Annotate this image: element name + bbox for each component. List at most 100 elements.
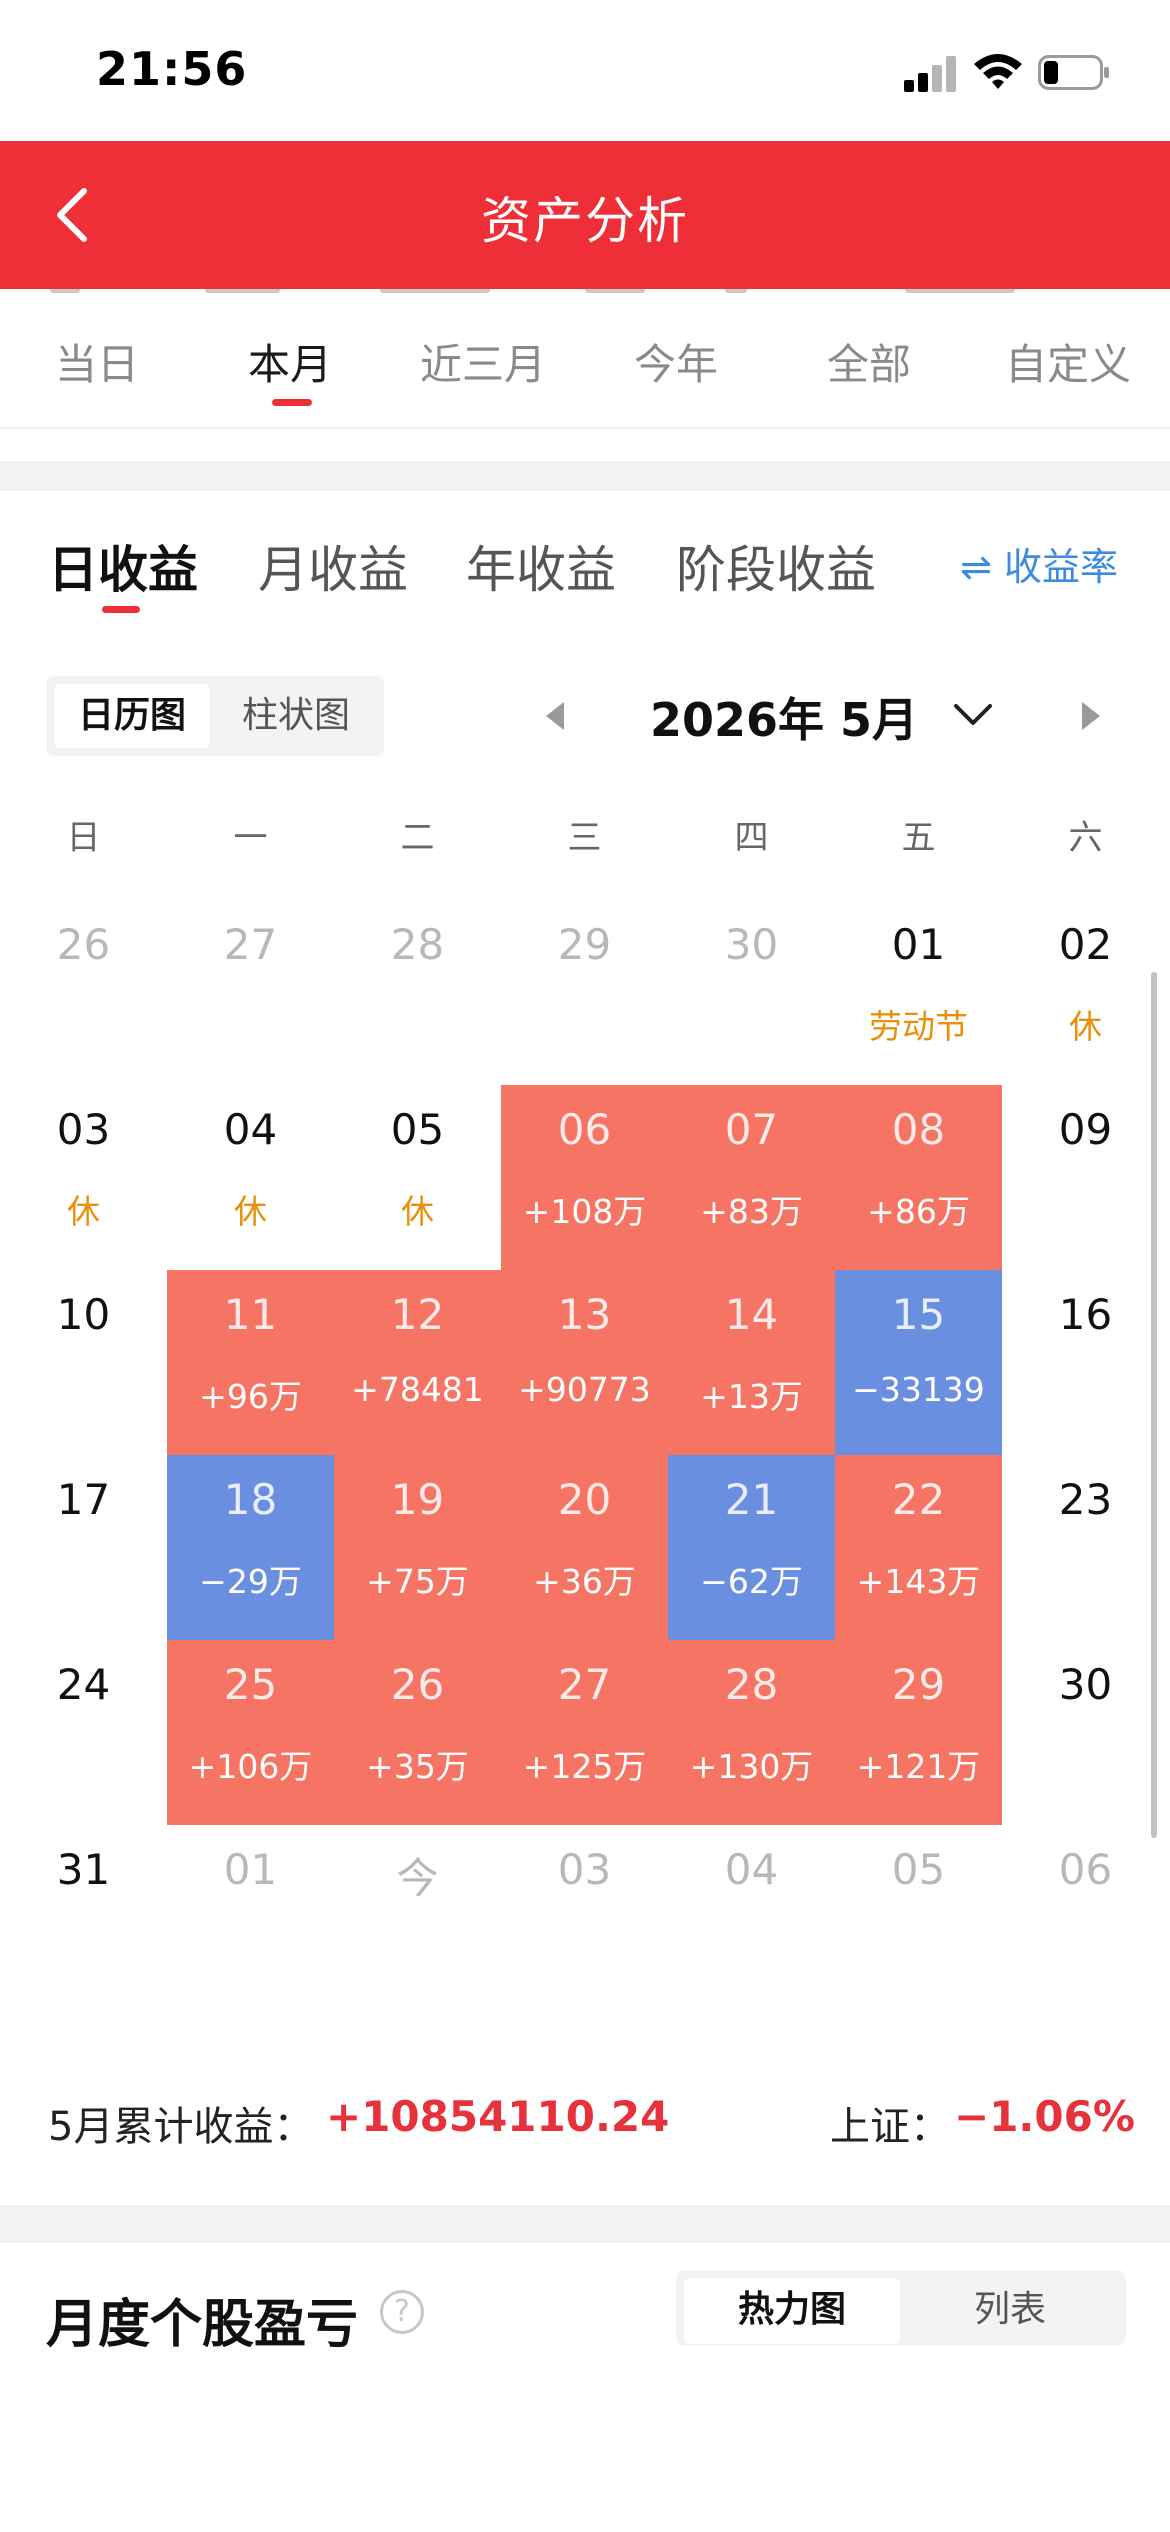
calendar-day-cell[interactable]: 31 [0, 1825, 167, 2010]
calendar-day-cell[interactable]: 18 −29万 [167, 1455, 334, 1640]
calendar-day-cell[interactable]: 23 [1002, 1455, 1169, 1640]
next-month-icon[interactable] [1076, 696, 1106, 736]
calendar-day-cell[interactable]: 28 +130万 [668, 1640, 835, 1825]
tab-period-income[interactable]: 阶段收益 [676, 530, 876, 602]
calendar-day-cell[interactable]: 24 [0, 1640, 167, 1825]
calendar-day-cell[interactable]: 29 [501, 900, 668, 1085]
calendar-day-cell[interactable]: 09 [1002, 1085, 1169, 1270]
calendar-day-cell[interactable]: 13 +90773 [501, 1270, 668, 1455]
calendar-day-cell[interactable]: 29 +121万 [835, 1640, 1002, 1825]
calendar-day-number: 06 [557, 1105, 612, 1154]
chart-view-switch: 日历图 柱状图 [46, 676, 384, 756]
calendar-day-number: 17 [56, 1475, 111, 1524]
tab-this-month[interactable]: 本月 [200, 331, 380, 392]
app-header: 资产分析 [0, 141, 1170, 289]
calendar-day-cell[interactable]: 08 +86万 [835, 1085, 1002, 1270]
calendar-day-cell[interactable]: 20 +36万 [501, 1455, 668, 1640]
calendar-day-cell[interactable]: 21 −62万 [668, 1455, 835, 1640]
calendar-day-number: 08 [891, 1105, 946, 1154]
calendar-day-number: 26 [390, 1660, 445, 1709]
tab-daily-income[interactable]: 日收益 [48, 530, 198, 602]
calendar-day-cell[interactable]: 05 休 [334, 1085, 501, 1270]
tab-yearly-income[interactable]: 年收益 [466, 530, 616, 602]
tab-this-year[interactable]: 今年 [586, 331, 766, 392]
calendar-day-cell[interactable]: 12 +78481 [334, 1270, 501, 1455]
help-icon[interactable]: ? [380, 2290, 424, 2334]
weekday-label: 六 [1068, 818, 1103, 858]
tab-monthly-income[interactable]: 月收益 [258, 530, 408, 602]
calendar-day-cell[interactable]: 19 +75万 [334, 1455, 501, 1640]
calendar-day-cell[interactable]: 04 休 [167, 1085, 334, 1270]
period-tab-bar: 当日 本月 近三月 今年 全部 自定义 [0, 289, 1170, 429]
calendar-day-number: 01 [891, 920, 946, 969]
calendar-day-number: 07 [724, 1105, 779, 1154]
holiday-label: 休 [234, 1192, 267, 1231]
calendar-day-cell[interactable]: 30 [1002, 1640, 1169, 1825]
scrollbar[interactable] [1151, 972, 1157, 1838]
tab-three-months[interactable]: 近三月 [393, 331, 573, 392]
calendar-day-cell[interactable]: 07 +83万 [668, 1085, 835, 1270]
calendar-day-cell[interactable]: 28 [334, 900, 501, 1085]
daily-pnl-value: −29万 [199, 1562, 302, 1601]
monthly-total-label: 5月累计收益： [48, 2104, 314, 2150]
calendar-day-cell[interactable]: 16 [1002, 1270, 1169, 1455]
section-divider [0, 2205, 1170, 2243]
calendar-day-cell[interactable]: 03 休 [0, 1085, 167, 1270]
calendar-day-number: 12 [390, 1290, 445, 1339]
swap-icon: ⇌ [960, 545, 992, 589]
daily-pnl-value: +125万 [522, 1747, 647, 1786]
monthly-total-value: +10854110.24 [326, 2092, 670, 2141]
calendar-day-cell[interactable]: 22 +143万 [835, 1455, 1002, 1640]
calendar-day-cell[interactable]: 27 [167, 900, 334, 1085]
calendar-day-number: 03 [56, 1105, 111, 1154]
month-label[interactable]: 2026年 5月 [650, 684, 918, 750]
calendar-day-cell[interactable]: 30 [668, 900, 835, 1085]
daily-pnl-value: +35万 [366, 1747, 469, 1786]
section-divider [0, 461, 1170, 491]
calendar-day-cell[interactable]: 02 休 [1002, 900, 1169, 1085]
tab-custom[interactable]: 自定义 [978, 331, 1158, 392]
calendar-day-cell[interactable]: 03 [501, 1825, 668, 2010]
calendar-day-cell[interactable]: 06 +108万 [501, 1085, 668, 1270]
calendar-day-number: 22 [891, 1475, 946, 1524]
tab-today[interactable]: 当日 [7, 331, 187, 392]
tab-all[interactable]: 全部 [779, 331, 959, 392]
list-view-button[interactable]: 列表 [902, 2278, 1118, 2344]
calendar-day-cell[interactable]: 11 +96万 [167, 1270, 334, 1455]
previous-month-icon[interactable] [540, 696, 570, 736]
weekday-label: 三 [567, 818, 602, 858]
calendar-day-cell[interactable]: 14 +13万 [668, 1270, 835, 1455]
calendar-day-cell[interactable]: 17 [0, 1455, 167, 1640]
calendar-day-cell[interactable]: 今 [334, 1825, 501, 2010]
calendar-day-cell[interactable]: 01 劳动节 [835, 900, 1002, 1085]
calendar-day-cell[interactable]: 10 [0, 1270, 167, 1455]
calendar-day-cell[interactable]: 01 [167, 1825, 334, 2010]
active-tab-indicator [272, 399, 312, 406]
calendar-view-button[interactable]: 日历图 [54, 684, 210, 748]
calendar-day-number: 28 [724, 1660, 779, 1709]
calendar-day-number: 06 [1058, 1845, 1113, 1894]
daily-pnl-value: +86万 [867, 1192, 970, 1231]
holiday-label: 休 [67, 1192, 100, 1231]
status-bar: 21:56 [0, 0, 1170, 141]
calendar-day-cell[interactable]: 05 [835, 1825, 1002, 2010]
heatmap-view-button[interactable]: 热力图 [684, 2278, 900, 2344]
calendar-day-cell[interactable]: 25 +106万 [167, 1640, 334, 1825]
daily-pnl-value: +121万 [856, 1747, 981, 1786]
calendar-day-number: 04 [724, 1845, 779, 1894]
calendar-day-cell[interactable]: 04 [668, 1825, 835, 2010]
daily-pnl-value: +143万 [856, 1562, 981, 1601]
calendar-day-number: 01 [223, 1845, 278, 1894]
calendar-day-cell[interactable]: 06 [1002, 1825, 1169, 2010]
daily-pnl-value: +106万 [188, 1747, 313, 1786]
calendar-day-number: 23 [1058, 1475, 1113, 1524]
calendar-day-cell[interactable]: 15 −33139 [835, 1270, 1002, 1455]
calendar-day-cell[interactable]: 26 +35万 [334, 1640, 501, 1825]
calendar-day-number: 03 [557, 1845, 612, 1894]
chevron-down-icon[interactable] [948, 694, 998, 734]
return-rate-toggle[interactable]: ⇌ 收益率 [960, 536, 1118, 591]
calendar-day-cell[interactable]: 27 +125万 [501, 1640, 668, 1825]
bar-chart-view-button[interactable]: 柱状图 [218, 684, 374, 748]
calendar-day-number: 24 [56, 1660, 111, 1709]
calendar-day-cell[interactable]: 26 [0, 900, 167, 1085]
